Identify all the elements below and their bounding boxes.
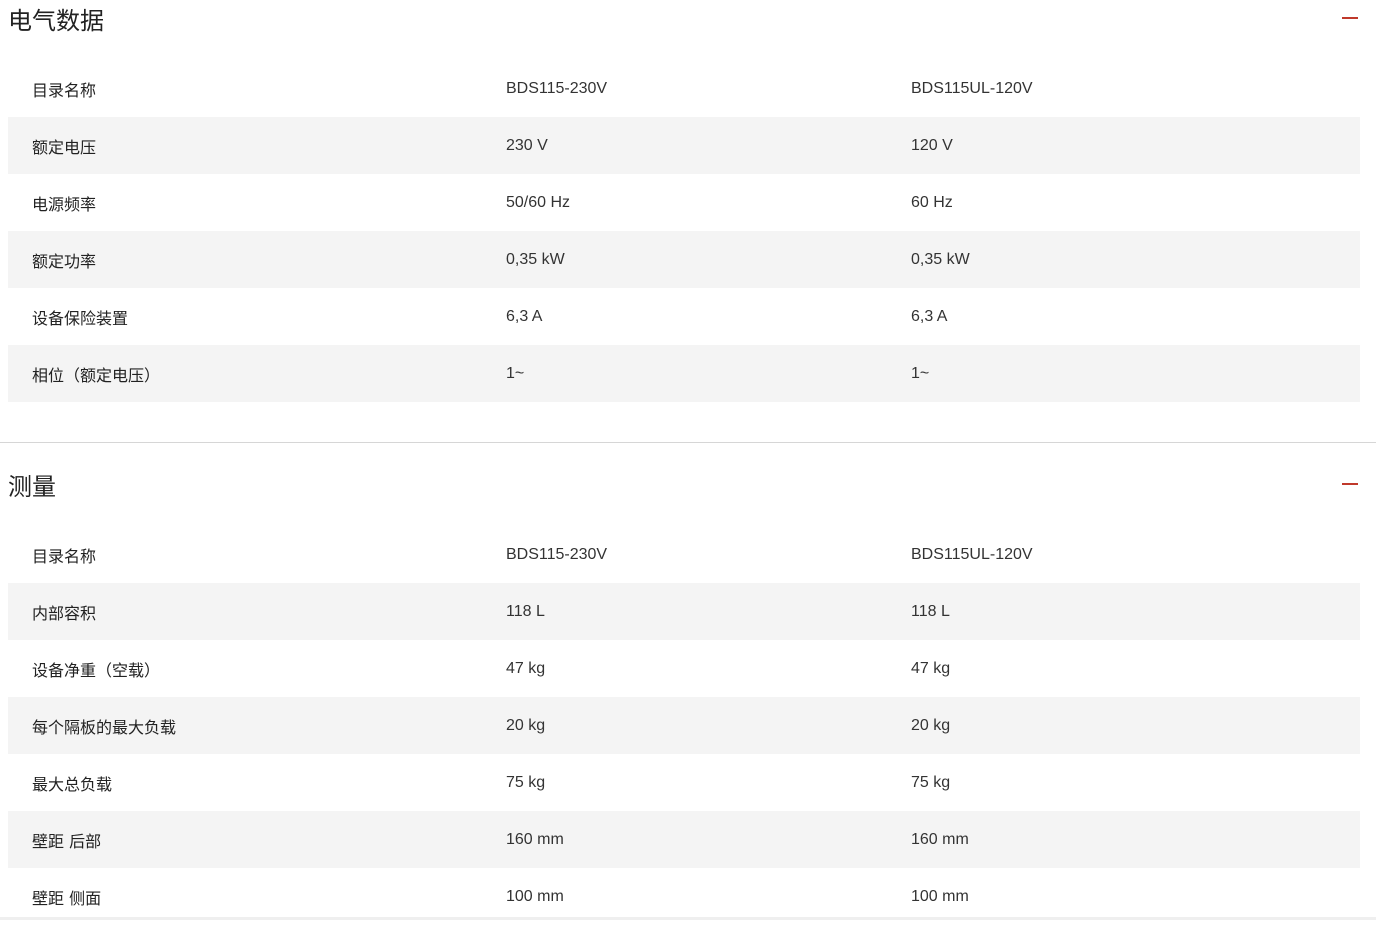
value-model-b: 6,3 A	[911, 307, 948, 325]
section-title: 电气数据	[8, 6, 104, 35]
value-model-b: 47 kg	[911, 659, 951, 677]
table-row: 相位（额定电压） 1~ 1~	[8, 345, 1360, 402]
row-label: 相位（额定电压）	[32, 365, 161, 385]
value-model-b: 120 V	[911, 136, 953, 154]
value-model-b: 20 kg	[911, 716, 951, 734]
value-model-a: 1~	[506, 364, 525, 382]
row-label: 设备保险装置	[32, 308, 129, 328]
table-row: 设备保险装置 6,3 A 6,3 A	[8, 288, 1360, 345]
value-model-a: 100 mm	[506, 887, 564, 905]
value-model-a: 160 mm	[506, 830, 564, 848]
row-label: 额定电压	[32, 137, 97, 157]
section-divider	[0, 442, 1376, 443]
value-model-b: 1~	[911, 364, 930, 382]
value-model-b: 118 L	[911, 602, 950, 620]
table-row: 目录名称 BDS115-230V BDS115UL-120V	[8, 60, 1360, 117]
table-row: 最大总负载 75 kg 75 kg	[8, 754, 1360, 811]
value-model-b: BDS115UL-120V	[911, 79, 1033, 97]
table-row: 设备净重（空载） 47 kg 47 kg	[8, 640, 1360, 697]
row-label: 目录名称	[32, 80, 97, 100]
value-model-a: 0,35 kW	[506, 250, 565, 268]
table-row: 电源频率 50/60 Hz 60 Hz	[8, 174, 1360, 231]
value-model-a: 47 kg	[506, 659, 546, 677]
row-label: 壁距 侧面	[32, 888, 102, 908]
row-label: 额定功率	[32, 251, 97, 271]
value-model-a: 50/60 Hz	[506, 193, 571, 211]
value-model-a: 230 V	[506, 136, 548, 154]
table-row: 额定电压 230 V 120 V	[8, 117, 1360, 174]
value-model-a: 118 L	[506, 602, 545, 620]
value-model-a: 20 kg	[506, 716, 546, 734]
value-model-b: 75 kg	[911, 773, 951, 791]
table-row: 额定功率 0,35 kW 0,35 kW	[8, 231, 1360, 288]
spec-table-electrical: 目录名称 BDS115-230V BDS115UL-120V 额定电压 230 …	[8, 60, 1360, 402]
value-model-a: 6,3 A	[506, 307, 543, 325]
value-model-b: 160 mm	[911, 830, 969, 848]
row-label: 壁距 后部	[32, 831, 102, 851]
section-header-electrical[interactable]: 电气数据	[8, 0, 1360, 38]
collapse-minus-icon[interactable]	[1340, 8, 1360, 28]
value-model-a: 75 kg	[506, 773, 546, 791]
section-title: 测量	[8, 472, 56, 501]
row-label: 最大总负载	[32, 774, 113, 794]
table-row: 目录名称 BDS115-230V BDS115UL-120V	[8, 526, 1360, 583]
spec-table-measurements: 目录名称 BDS115-230V BDS115UL-120V 内部容积 118 …	[8, 526, 1360, 925]
collapse-minus-icon[interactable]	[1340, 474, 1360, 494]
row-label: 内部容积	[32, 603, 97, 623]
value-model-b: 60 Hz	[911, 193, 953, 211]
row-label: 电源频率	[32, 194, 97, 214]
value-model-b: BDS115UL-120V	[911, 545, 1033, 563]
row-label: 设备净重（空载）	[32, 660, 161, 680]
value-model-b: 100 mm	[911, 887, 969, 905]
table-row: 每个隔板的最大负载 20 kg 20 kg	[8, 697, 1360, 754]
value-model-b: 0,35 kW	[911, 250, 970, 268]
section-header-measurements[interactable]: 测量	[8, 464, 1360, 504]
row-label: 目录名称	[32, 546, 97, 566]
table-row: 壁距 后部 160 mm 160 mm	[8, 811, 1360, 868]
table-row: 内部容积 118 L 118 L	[8, 583, 1360, 640]
row-label: 每个隔板的最大负载	[32, 717, 177, 737]
value-model-a: BDS115-230V	[506, 545, 608, 563]
value-model-a: BDS115-230V	[506, 79, 608, 97]
